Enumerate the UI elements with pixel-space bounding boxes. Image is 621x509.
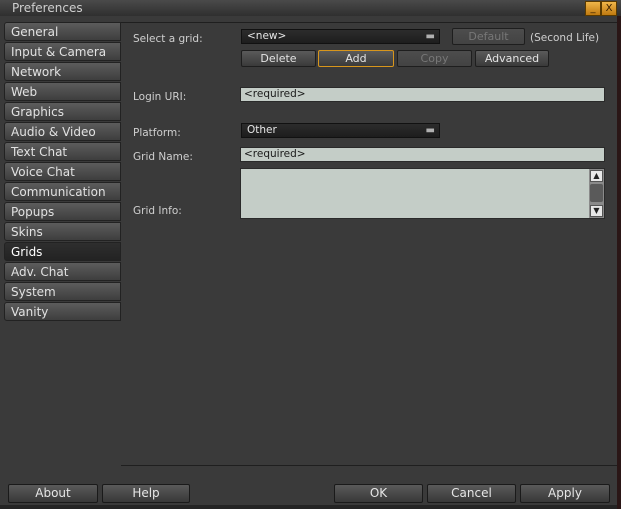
window-title: Preferences: [12, 1, 83, 15]
delete-button[interactable]: Delete: [241, 50, 316, 67]
tab-adv-chat[interactable]: Adv. Chat: [4, 262, 121, 281]
grid-name-field[interactable]: <required>: [240, 147, 605, 162]
platform-dropdown[interactable]: Other ▬: [241, 123, 440, 138]
platform-value: Other: [247, 124, 277, 136]
title-bar[interactable]: Preferences _ X: [0, 0, 621, 16]
chevron-down-icon: ▬: [425, 125, 435, 136]
tab-web[interactable]: Web: [4, 82, 121, 101]
minimize-button[interactable]: _: [585, 1, 601, 16]
copy-button[interactable]: Copy: [397, 50, 472, 67]
grid-info-scrollbar[interactable]: ▲ ▼: [589, 169, 604, 218]
login-uri-label: Login URI:: [133, 91, 187, 103]
tab-input-camera[interactable]: Input & Camera: [4, 42, 121, 61]
tab-voice-chat[interactable]: Voice Chat: [4, 162, 121, 181]
login-uri-field[interactable]: <required>: [240, 87, 605, 102]
default-grid-note: (Second Life): [530, 32, 600, 44]
tab-general[interactable]: General: [4, 22, 121, 41]
default-button[interactable]: Default: [452, 28, 525, 45]
window-edge: [617, 16, 621, 509]
help-button[interactable]: Help: [102, 484, 190, 503]
grid-select-dropdown[interactable]: <new> ▬: [241, 29, 440, 44]
tab-vanity[interactable]: Vanity: [4, 302, 121, 321]
ok-button[interactable]: OK: [334, 484, 423, 503]
about-button[interactable]: About: [8, 484, 98, 503]
grid-info-textarea[interactable]: ▲ ▼: [240, 168, 605, 219]
tab-communication[interactable]: Communication: [4, 182, 121, 201]
tab-text-chat[interactable]: Text Chat: [4, 142, 121, 161]
advanced-button[interactable]: Advanced: [475, 50, 549, 67]
tab-graphics[interactable]: Graphics: [4, 102, 121, 121]
cancel-button[interactable]: Cancel: [427, 484, 516, 503]
close-button[interactable]: X: [601, 1, 617, 16]
tab-skins[interactable]: Skins: [4, 222, 121, 241]
preferences-window: Preferences _ X General Input & Camera N…: [0, 0, 621, 509]
tab-system[interactable]: System: [4, 282, 121, 301]
scroll-up-icon[interactable]: ▲: [590, 170, 603, 182]
grid-select-value: <new>: [247, 30, 287, 42]
grids-panel: Select a grid: <new> ▬ Default (Second L…: [121, 22, 618, 466]
tab-network[interactable]: Network: [4, 62, 121, 81]
apply-button[interactable]: Apply: [520, 484, 610, 503]
tab-audio-video[interactable]: Audio & Video: [4, 122, 121, 141]
add-button[interactable]: Add: [318, 50, 394, 67]
scroll-thumb[interactable]: [590, 184, 603, 202]
preferences-sidebar: General Input & Camera Network Web Graph…: [4, 22, 121, 322]
platform-label: Platform:: [133, 127, 181, 139]
tab-grids[interactable]: Grids: [4, 242, 121, 261]
grid-name-label: Grid Name:: [133, 151, 193, 163]
chevron-down-icon: ▬: [425, 31, 435, 42]
window-edge-bottom: [0, 505, 617, 509]
tab-popups[interactable]: Popups: [4, 202, 121, 221]
select-grid-label: Select a grid:: [133, 33, 203, 45]
scroll-down-icon[interactable]: ▼: [590, 205, 603, 217]
grid-info-label: Grid Info:: [133, 205, 182, 217]
